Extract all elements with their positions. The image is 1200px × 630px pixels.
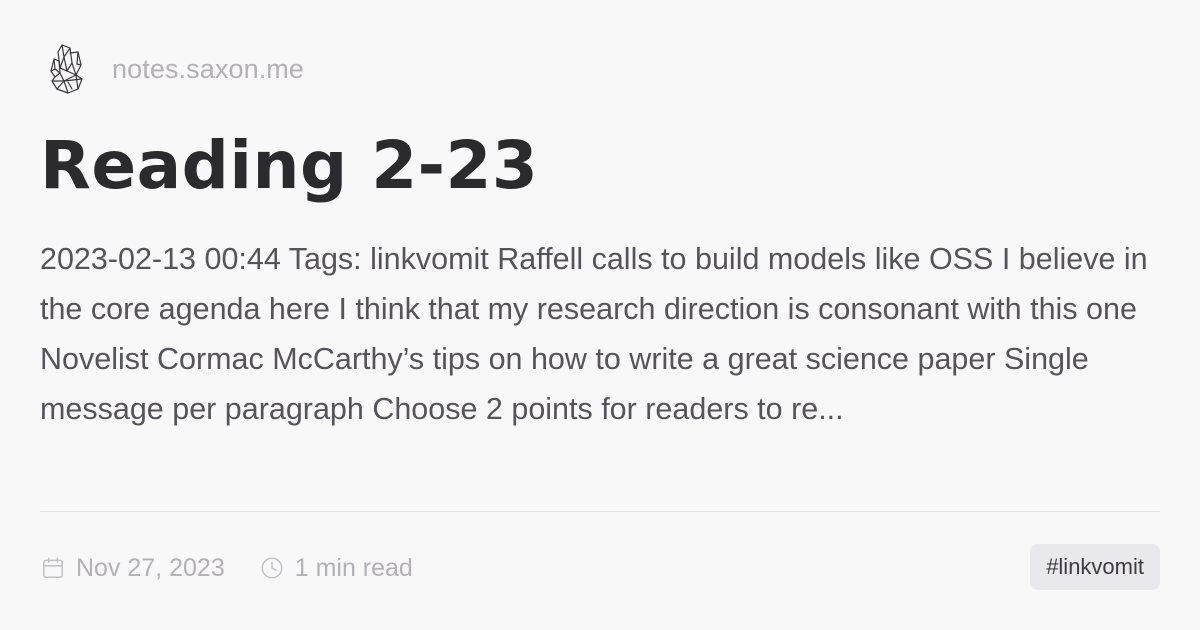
post-date: Nov 27, 2023	[40, 554, 225, 583]
post-card: notes.saxon.me Reading 2-23 2023-02-13 0…	[0, 0, 1200, 630]
post-meta: Nov 27, 2023 1 min read	[40, 547, 413, 589]
post-excerpt: 2023-02-13 00:44 Tags: linkvomit Raffell…	[40, 242, 1148, 426]
calendar-icon	[43, 557, 63, 578]
reading-time-text: 1 min read	[294, 553, 413, 582]
site-name[interactable]: notes.saxon.me	[112, 54, 304, 85]
site-header: notes.saxon.me	[48, 42, 304, 96]
clock-icon	[261, 557, 283, 579]
post-title[interactable]: Reading 2-23	[40, 126, 538, 206]
crystal-cluster-icon	[50, 44, 83, 94]
reading-time: 1 min read	[259, 554, 413, 583]
tag-linkvomit[interactable]: #linkvomit	[1030, 544, 1160, 590]
divider	[40, 511, 1160, 512]
post-date-text: Nov 27, 2023	[76, 553, 225, 582]
